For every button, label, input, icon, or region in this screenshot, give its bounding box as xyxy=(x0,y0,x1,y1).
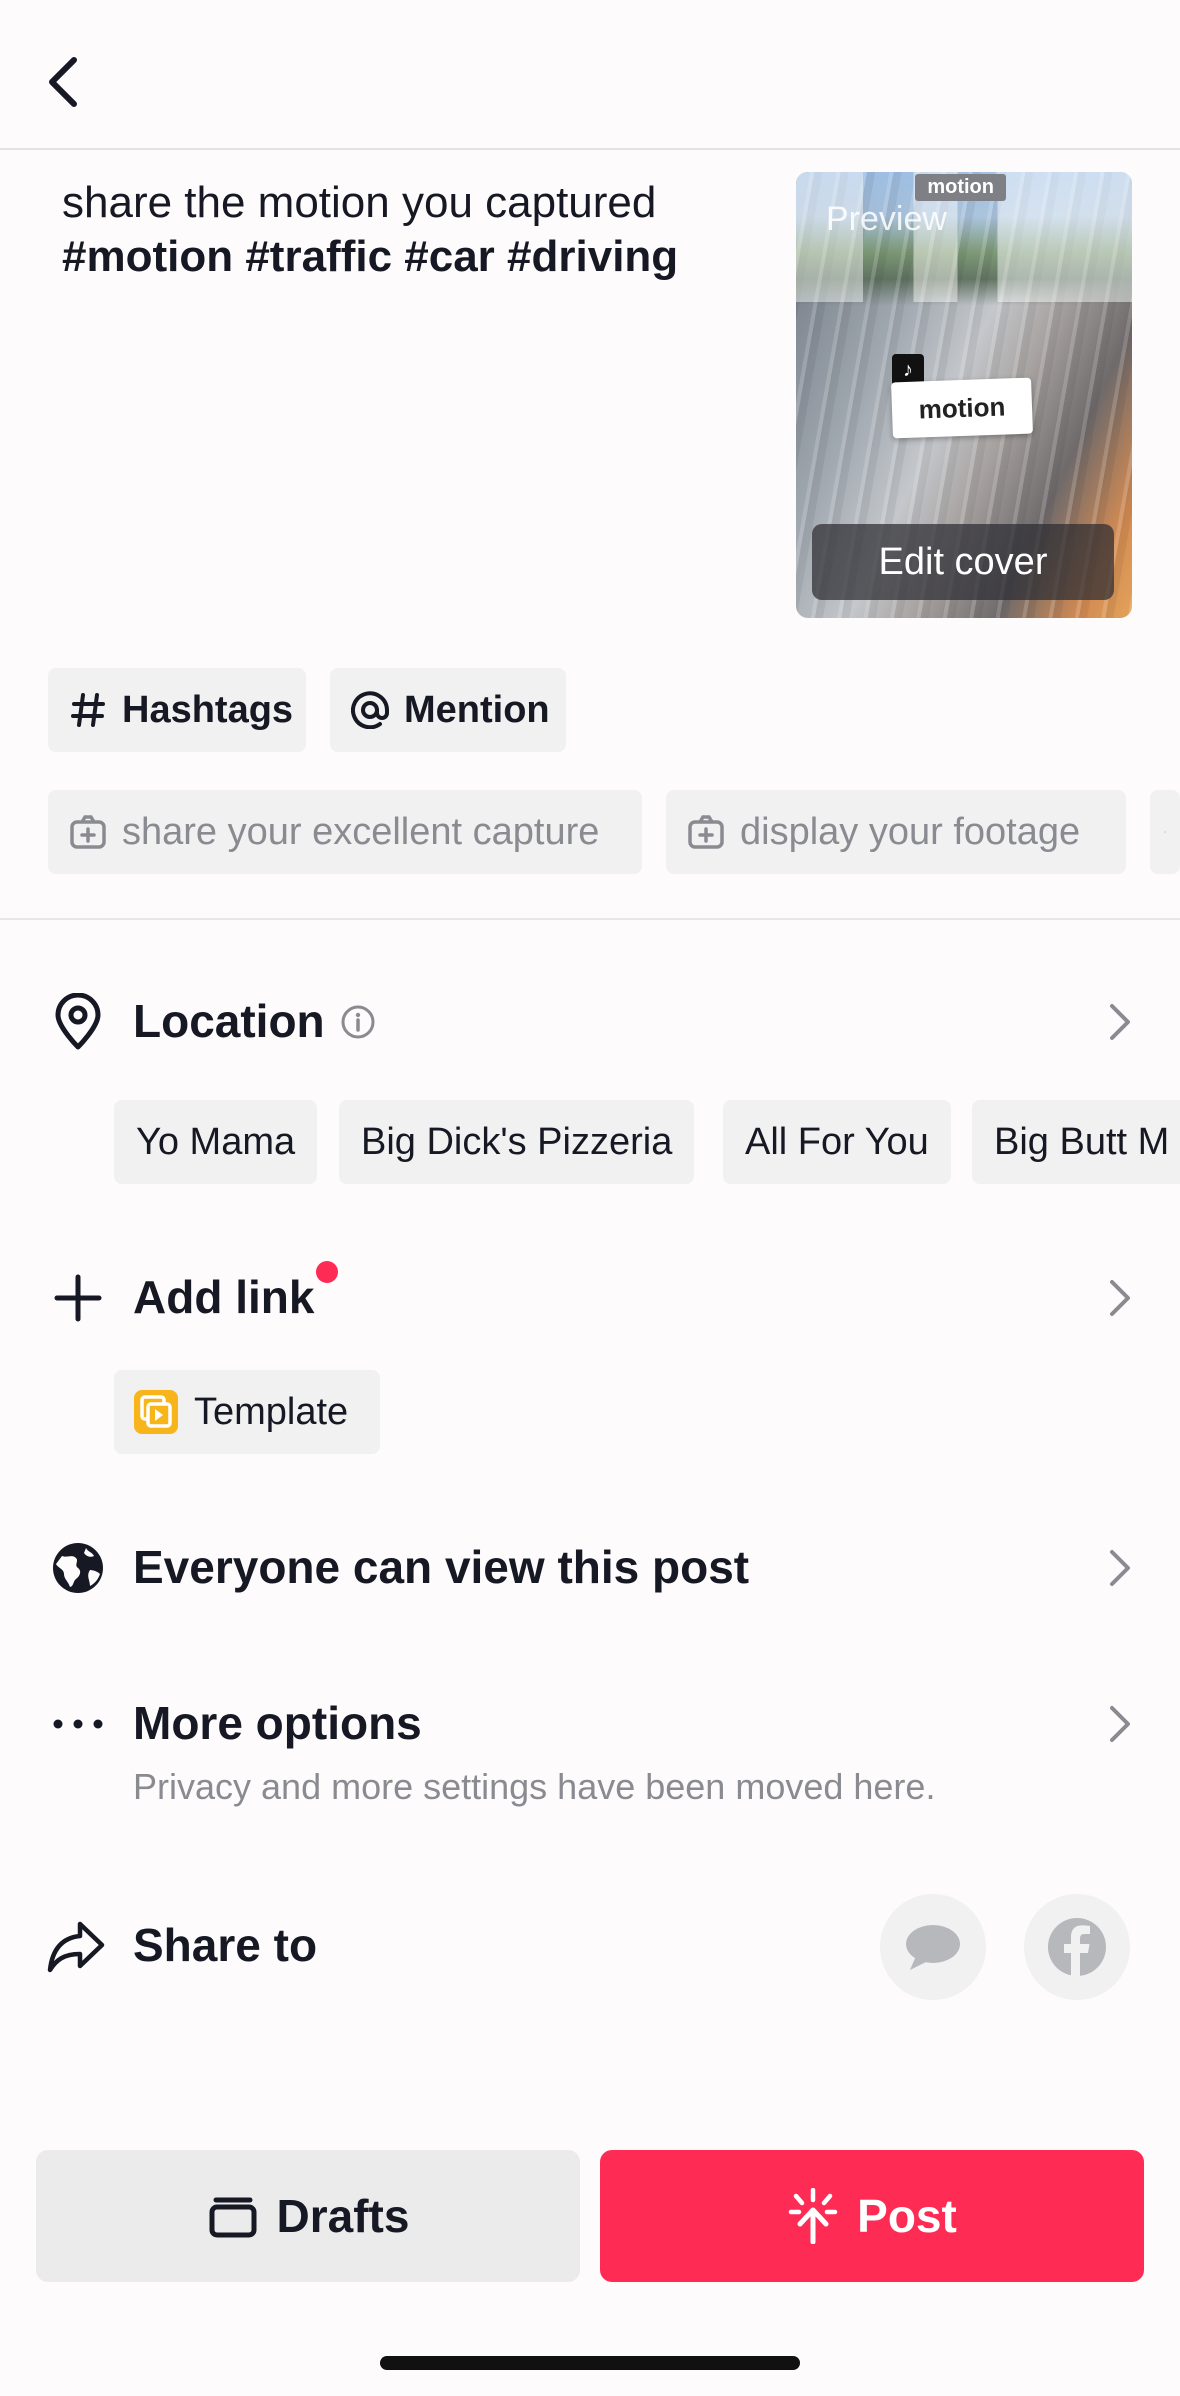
more-dots-icon xyxy=(48,1694,108,1754)
cover-sticker: motion xyxy=(891,377,1033,439)
cover-tag: motion xyxy=(915,174,1006,201)
post-button[interactable]: Post xyxy=(600,2150,1144,2282)
suggestion-chip[interactable]: display your footage xyxy=(666,790,1126,874)
edit-cover-button[interactable]: Edit cover xyxy=(812,524,1114,600)
more-options-title[interactable]: More options xyxy=(133,1696,422,1750)
mention-button[interactable]: Mention xyxy=(330,668,566,752)
template-label: Template xyxy=(194,1390,349,1433)
suggestion-chip[interactable]: share your excellent capture xyxy=(48,790,642,874)
visibility-title[interactable]: Everyone can view this post xyxy=(133,1540,749,1594)
cover-preview-label: Preview xyxy=(826,200,947,238)
more-options-subtitle: Privacy and more settings have been move… xyxy=(133,1766,936,1807)
chevron-right-icon[interactable] xyxy=(1106,1546,1134,1590)
caption-hashtags: #motion #traffic #car #driving xyxy=(62,232,679,281)
hashtags-button[interactable]: Hashtags xyxy=(48,668,306,752)
hashtags-label: Hashtags xyxy=(122,688,294,731)
message-icon xyxy=(906,1925,960,1970)
info-icon[interactable] xyxy=(340,1004,376,1040)
suggestion-label: share your excellent capture xyxy=(122,810,600,853)
suggestion-label: display your footage xyxy=(740,810,1081,853)
add-photo-icon xyxy=(68,812,108,852)
add-photo-icon xyxy=(686,812,726,852)
cover-thumbnail[interactable]: motion Preview ♪ motion Edit cover xyxy=(796,172,1132,618)
mention-label: Mention xyxy=(404,688,550,731)
share-message-button[interactable] xyxy=(880,1894,986,2000)
globe-icon xyxy=(48,1538,108,1598)
drafts-icon xyxy=(207,2190,259,2242)
location-chip[interactable]: All For You xyxy=(723,1100,951,1184)
share-arrow-icon xyxy=(46,1916,106,1976)
chevron-right-icon[interactable] xyxy=(1106,1702,1134,1746)
chevron-left-icon xyxy=(49,57,77,107)
add-link-title[interactable]: Add link xyxy=(133,1270,314,1324)
plus-icon xyxy=(48,1268,108,1328)
template-icon xyxy=(132,1388,180,1436)
new-badge-dot xyxy=(316,1261,338,1283)
drafts-label: Drafts xyxy=(276,2190,410,2242)
hash-icon xyxy=(68,690,108,730)
post-label: Post xyxy=(857,2190,957,2242)
share-facebook-button[interactable] xyxy=(1024,1894,1130,2000)
home-indicator xyxy=(380,2356,800,2370)
top-bar xyxy=(0,0,1180,150)
at-icon xyxy=(350,690,390,730)
caption-field[interactable]: share the motion you captured #motion #t… xyxy=(62,176,742,284)
facebook-icon xyxy=(1048,1918,1106,1976)
location-title[interactable]: Location xyxy=(133,994,325,1048)
sparkle-post-icon xyxy=(787,2188,839,2244)
template-chip[interactable]: Template xyxy=(114,1370,380,1454)
chevron-right-icon[interactable] xyxy=(1106,1000,1134,1044)
location-chip[interactable]: Yo Mama xyxy=(114,1100,318,1184)
share-to-title: Share to xyxy=(133,1919,318,1971)
location-chip[interactable]: Big Butt M xyxy=(972,1100,1180,1184)
location-pin-icon xyxy=(48,992,108,1052)
suggestion-chip[interactable] xyxy=(1150,790,1180,874)
chevron-right-icon[interactable] xyxy=(1106,1276,1134,1320)
drafts-button[interactable]: Drafts xyxy=(36,2150,580,2282)
location-chip[interactable]: Big Dick's Pizzeria xyxy=(339,1100,695,1184)
divider xyxy=(0,918,1180,920)
add-photo-icon xyxy=(1164,812,1166,852)
caption-text: share the motion you captured xyxy=(62,178,657,227)
back-button[interactable] xyxy=(40,50,92,114)
